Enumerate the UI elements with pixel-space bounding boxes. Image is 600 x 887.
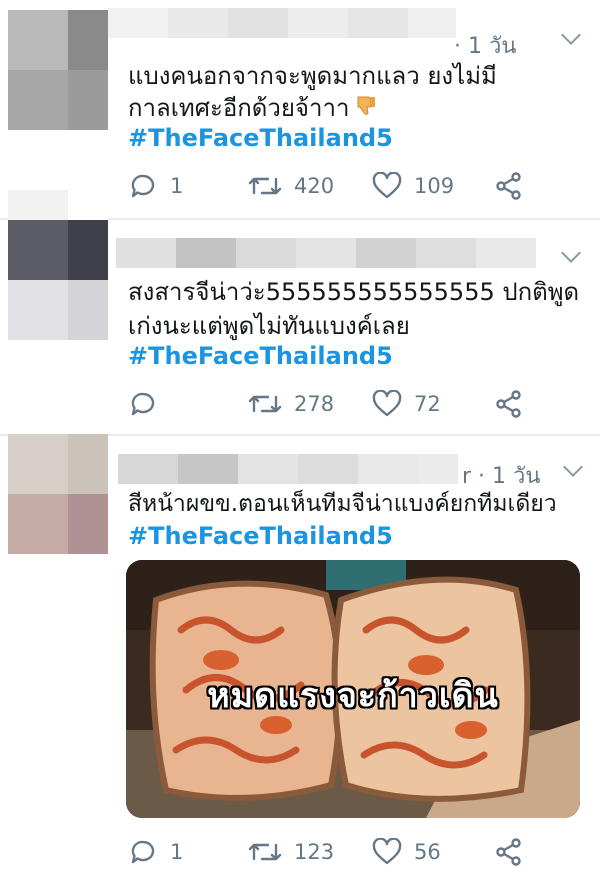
author-name-redacted[interactable] — [118, 454, 458, 484]
chevron-down-icon[interactable] — [561, 25, 581, 45]
like-icon — [372, 838, 402, 865]
tweet-timestamp[interactable]: · 1 วัน — [454, 28, 516, 63]
reply-button[interactable]: 1 — [128, 166, 183, 206]
tweet-3[interactable]: r · 1 วัน สีหน้าผขข.ตอนเห็นทีมจีน่าแบงค์… — [0, 434, 600, 887]
tweet-text-line-1: แบงคนอกจากจะพูดมากแลว ยงไม่มี — [128, 62, 497, 90]
author-name-redacted[interactable] — [116, 238, 536, 268]
reply-button[interactable]: 1 — [128, 832, 183, 872]
avatar[interactable] — [8, 10, 108, 130]
avatar[interactable] — [8, 190, 108, 340]
chevron-down-icon[interactable] — [561, 243, 581, 263]
media-caption: หมดแรงจะก้าวเดิน — [207, 676, 499, 716]
thumbs-down-icon — [357, 96, 376, 115]
tweet-actions: 1 123 56 — [128, 832, 568, 872]
like-button[interactable]: 72 — [372, 384, 441, 424]
reply-icon — [131, 174, 155, 198]
retweet-icon — [248, 395, 282, 413]
chevron-down-icon[interactable] — [563, 457, 583, 477]
reply-icon — [131, 392, 155, 416]
reply-count: 1 — [170, 174, 184, 198]
share-icon — [496, 172, 521, 200]
tweet-text-line-2: กาลเทศะอีกด้วยจ้าาา — [128, 92, 377, 124]
like-count: 56 — [414, 840, 441, 864]
tweet-2[interactable]: สงสารจีน่าว่ะ555555555555555 ปกติพูด เก่… — [0, 190, 600, 434]
share-button[interactable] — [494, 384, 524, 424]
hashtag-link[interactable]: #TheFaceThailand5 — [128, 522, 393, 550]
retweet-count: 278 — [294, 392, 335, 416]
reply-button[interactable] — [128, 384, 158, 424]
tweet-text-line-1: สีหน้าผขข.ตอนเห็นทีมจีน่าแบงค์ยกทีมเดียว — [128, 491, 557, 517]
retweet-button[interactable]: 123 — [248, 832, 334, 872]
tweet-text-line-1: สงสารจีน่าว่ะ555555555555555 ปกติพูด — [128, 278, 580, 306]
reply-icon — [131, 840, 155, 864]
like-button[interactable]: 109 — [372, 166, 454, 206]
retweet-count: 123 — [294, 840, 335, 864]
share-button[interactable] — [494, 166, 524, 206]
hashtag-link[interactable]: #TheFaceThailand5 — [128, 124, 393, 152]
hashtag-link[interactable]: #TheFaceThailand5 — [128, 342, 393, 370]
retweet-button[interactable]: 420 — [248, 166, 334, 206]
like-icon — [372, 390, 402, 417]
tweet-text-line-2-content: กาลเทศะอีกด้วยจ้าาา — [128, 94, 350, 122]
share-icon — [496, 390, 521, 418]
retweet-icon — [248, 177, 282, 195]
reply-count: 1 — [170, 840, 184, 864]
avatar[interactable] — [8, 434, 108, 554]
retweet-count: 420 — [294, 174, 335, 198]
share-icon — [496, 838, 521, 866]
tweet-1[interactable]: · 1 วัน แบงคนอกจากจะพูดมากแลว ยงไม่มี กา… — [0, 0, 600, 218]
tweet-actions: 278 72 — [128, 384, 568, 424]
like-count: 72 — [414, 392, 441, 416]
retweet-icon — [248, 843, 282, 861]
tweet-media-image[interactable]: หมดแรงจะก้าวเดิน — [126, 560, 580, 818]
like-icon — [372, 172, 402, 199]
tweet-text-line-2: เก่งนะแต่พูดไม่ทันแบงค์เลย — [128, 312, 410, 340]
retweet-button[interactable]: 278 — [248, 384, 334, 424]
author-name-redacted[interactable] — [108, 8, 456, 38]
like-button[interactable]: 56 — [372, 832, 441, 872]
like-count: 109 — [414, 174, 455, 198]
tweet-actions: 1 420 109 — [128, 166, 568, 206]
share-button[interactable] — [494, 832, 524, 872]
